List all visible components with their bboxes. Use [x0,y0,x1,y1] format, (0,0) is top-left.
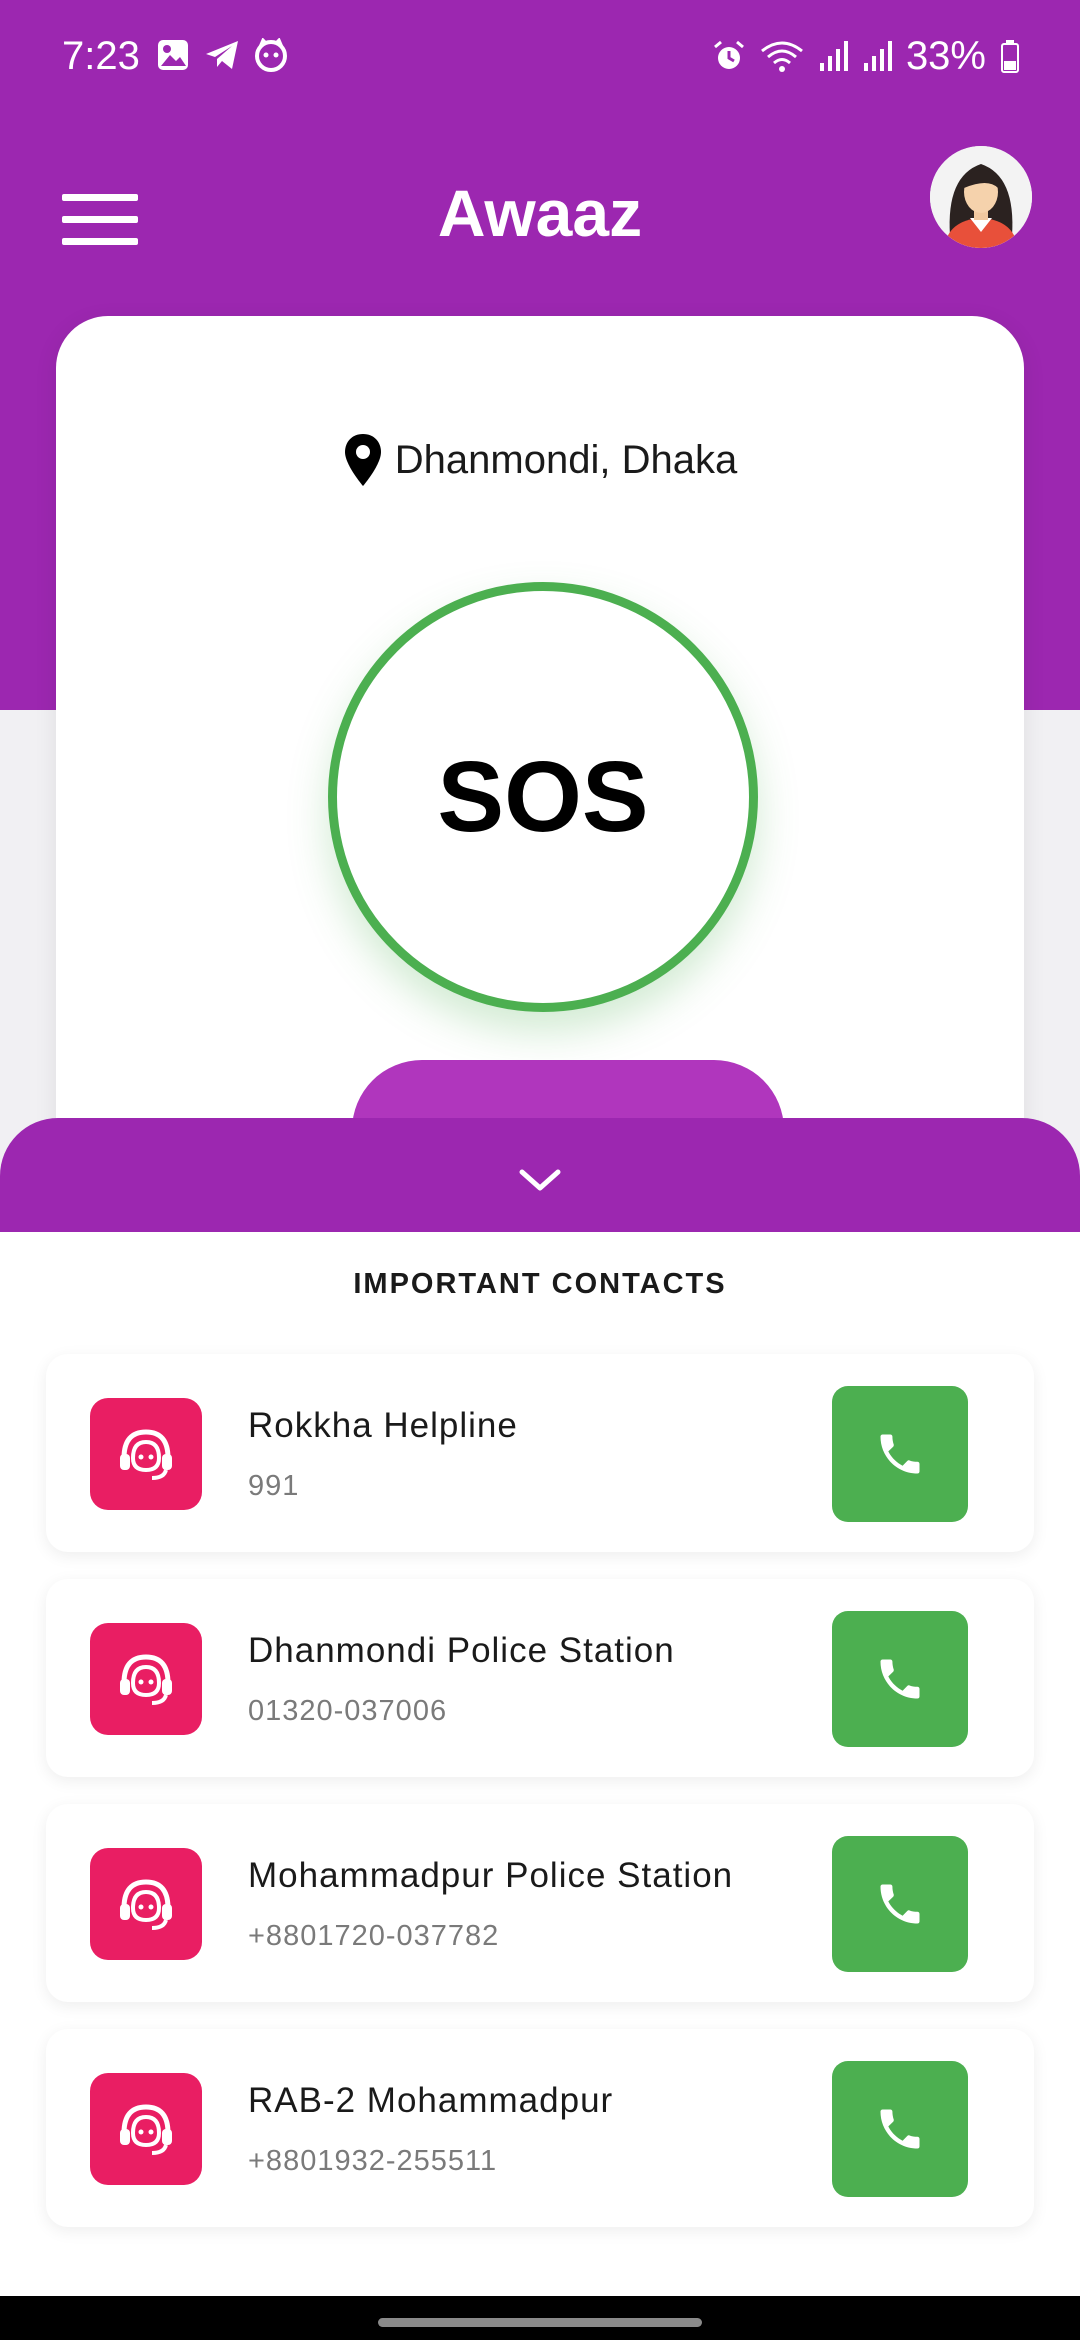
contact-icon [90,1848,202,1960]
avatar-icon [930,146,1032,248]
phone-icon [880,1434,920,1474]
home-gesture-handle[interactable] [378,2318,702,2327]
contacts-sheet: IMPORTANT CONTACTS Rokkha Helpline 991 D… [0,1232,1080,2296]
alarm-icon [713,40,744,69]
contact-name: RAB-2 Mohammadpur [248,2081,614,2120]
profile-avatar[interactable] [930,146,1032,248]
contact-number: 01320-037006 [248,1695,448,1727]
location-text: Dhanmondi, Dhaka [394,438,738,482]
contacts-title: IMPORTANT CONTACTS [353,1268,727,1300]
contact-icon [90,1623,202,1735]
telegram-icon [206,41,238,69]
phone-icon [880,1659,920,1699]
sos-card: Dhanmondi, Dhaka SOS [56,316,1024,1216]
location-pin-icon [344,434,381,486]
call-button[interactable] [832,1836,968,1972]
gallery-icon [158,40,188,70]
phone-icon [880,1884,920,1924]
contact-item: Mohammadpur Police Station +8801720-0377… [46,1804,1034,2002]
app-title: Awaaz [437,176,643,250]
phone-icon [880,2109,920,2149]
app-bar: Awaaz [0,130,1080,280]
contacts-list: Rokkha Helpline 991 Dhanmondi Police Sta… [46,1354,1034,2254]
headset-icon [120,2104,172,2155]
contact-item: Dhanmondi Police Station 01320-037006 [46,1579,1034,1777]
call-button[interactable] [832,2061,968,2197]
contact-name: Mohammadpur Police Station [248,1856,734,1895]
status-bar: 7:23 33% [0,0,1080,112]
chevron-down-icon [519,1169,561,1191]
battery-percent: 33% [905,34,986,78]
wifi-icon [761,41,803,72]
system-navigation-bar [0,2296,1080,2340]
contact-name: Dhanmondi Police Station [248,1631,675,1670]
signal-icon [863,41,892,71]
location: Dhanmondi, Dhaka [56,432,1024,488]
call-button[interactable] [832,1386,968,1522]
headset-icon [120,1654,172,1705]
headset-icon [120,1429,172,1480]
contact-icon [90,2073,202,2185]
sos-label: SOS [437,740,649,853]
contact-number: 991 [248,1470,300,1502]
contact-number: +8801720-037782 [248,1920,500,1952]
system-icons: 33% [712,30,1020,82]
status-time: 7:23 [62,34,140,78]
contact-number: +8801932-255511 [248,2145,498,2177]
contact-item: Rokkha Helpline 991 [46,1354,1034,1552]
contact-name: Rokkha Helpline [248,1406,518,1445]
bottom-sheet-handle[interactable] [0,1118,1080,1234]
contact-item: RAB-2 Mohammadpur +8801932-255511 [46,2029,1034,2227]
call-button[interactable] [832,1611,968,1747]
notification-icons [156,38,288,72]
headset-icon [120,1879,172,1930]
battery-icon [1001,40,1019,73]
sos-button[interactable]: SOS [328,582,758,1012]
signal-icon [819,41,848,71]
contact-icon [90,1398,202,1510]
cat-icon [255,38,287,72]
